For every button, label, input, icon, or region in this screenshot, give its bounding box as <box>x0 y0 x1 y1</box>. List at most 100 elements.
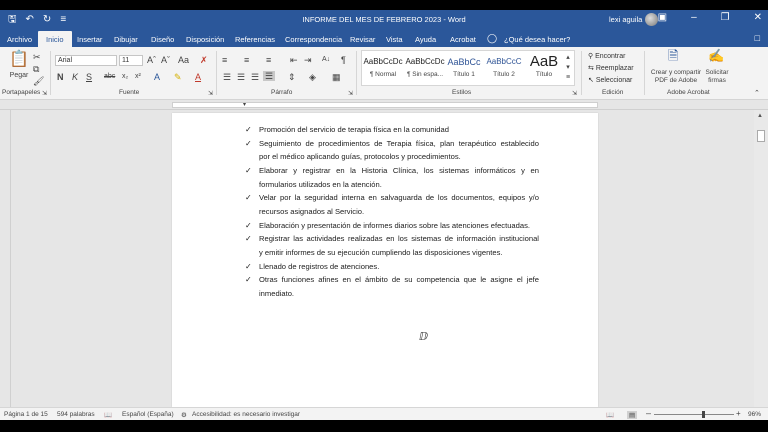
bold-icon[interactable]: N <box>57 72 64 82</box>
scroll-up-icon[interactable]: ▲ <box>757 113 763 119</box>
minimize-icon[interactable]: – <box>691 12 697 23</box>
decrease-indent-icon[interactable]: ⇤ <box>290 55 298 65</box>
select-button[interactable]: ↖ Seleccionar <box>588 76 632 84</box>
font-color-icon[interactable]: A <box>195 72 201 82</box>
tab-insertar[interactable]: Insertar <box>77 35 102 44</box>
strikethrough-icon[interactable]: abc <box>104 72 115 82</box>
style-name: ¶ Sin espa... <box>406 71 443 78</box>
zoom-slider-thumb[interactable] <box>702 411 705 418</box>
create-pdf-icon[interactable]: 🗎 <box>668 49 678 62</box>
align-right-icon[interactable]: ☰ <box>251 72 259 82</box>
request-signatures-button[interactable]: Solicitar firmas <box>700 69 734 85</box>
styles-scroll-icon[interactable]: ▴ ▾ ≡ <box>566 53 570 83</box>
tab-disposicion[interactable]: Disposición <box>186 35 224 44</box>
proofing-icon[interactable]: 📖 <box>104 411 112 419</box>
find-button[interactable]: ⚲ Encontrar <box>588 52 625 60</box>
clear-formatting-icon[interactable]: ✗ <box>200 55 208 65</box>
accessibility-icon[interactable]: ⚙ <box>181 411 187 419</box>
language[interactable]: Español (España) <box>122 411 174 418</box>
font-name-box[interactable]: Arial <box>55 55 117 66</box>
grow-font-icon[interactable]: Aˆ <box>147 55 156 65</box>
copy-icon[interactable]: ⧉ <box>33 64 39 74</box>
separator <box>644 51 645 95</box>
shading-icon[interactable]: ◈ <box>309 72 316 82</box>
maximize-icon[interactable]: ❐ <box>721 12 730 23</box>
request-signatures-icon[interactable]: ✍ <box>708 49 724 62</box>
multilevel-list-icon[interactable]: ≡ <box>266 55 271 65</box>
tab-vista[interactable]: Vista <box>386 35 403 44</box>
tab-acrobat[interactable]: Acrobat <box>450 35 476 44</box>
styles-launcher-icon[interactable]: ⇲ <box>572 89 577 99</box>
clipboard-launcher-icon[interactable]: ⇲ <box>42 89 47 99</box>
justify-icon[interactable]: ☰ <box>263 71 276 81</box>
highlight-icon[interactable]: ✎ <box>174 72 182 82</box>
close-icon[interactable]: ✕ <box>754 12 762 23</box>
word-count[interactable]: 594 palabras <box>57 411 95 418</box>
zoom-in-icon[interactable]: + <box>736 409 741 418</box>
numbering-icon[interactable]: ≡ <box>244 55 249 65</box>
shrink-font-icon[interactable]: Aˇ <box>161 55 170 65</box>
style-name: Título 1 <box>453 71 475 78</box>
font-launcher-icon[interactable]: ⇲ <box>208 89 213 99</box>
increase-indent-icon[interactable]: ⇥ <box>304 55 312 65</box>
align-center-icon[interactable]: ☰ <box>237 72 245 82</box>
ribbon-display-icon[interactable]: ▣ <box>658 12 667 23</box>
create-pdf-label-2: PDF de Adobe <box>654 77 698 84</box>
tab-revisar[interactable]: Revisar <box>350 35 375 44</box>
user-name[interactable]: lexi aguila <box>609 15 642 24</box>
paste-icon[interactable]: 📋 <box>8 51 30 69</box>
replace-label: Reemplazar <box>595 65 634 72</box>
style-normal[interactable]: AaBbCcDc ¶ Normal <box>362 53 404 83</box>
bullets-icon[interactable]: ≡ <box>222 55 227 65</box>
list-item-text: Seguimiento de procedimientos de Terapia… <box>259 139 539 148</box>
page-count[interactable]: Página 1 de 15 <box>4 411 48 418</box>
group-label-adobe: Adobe Acrobat <box>667 89 710 96</box>
accessibility-status[interactable]: Accesibilidad: es necesario investigar <box>192 411 300 418</box>
lightbulb-icon[interactable]: ◯ <box>487 33 497 44</box>
style-title[interactable]: AaB Título <box>523 53 565 83</box>
style-heading-2[interactable]: AaBbCcC Título 2 <box>483 53 525 83</box>
zoom-slider[interactable] <box>654 414 734 415</box>
tab-dibujar[interactable]: Dibujar <box>114 35 138 44</box>
paragraph-launcher-icon[interactable]: ⇲ <box>348 89 353 99</box>
tab-correspondencia[interactable]: Correspondencia <box>285 35 342 44</box>
comments-icon[interactable]: □ <box>755 33 760 43</box>
zoom-level[interactable]: 96% <box>748 411 761 418</box>
avatar[interactable] <box>645 13 658 26</box>
tab-referencias[interactable]: Referencias <box>235 35 275 44</box>
text-effects-icon[interactable]: A <box>154 72 160 82</box>
horizontal-ruler[interactable]: ▾ <box>0 100 768 110</box>
vertical-scrollbar[interactable]: ▲ <box>754 110 768 407</box>
tab-archivo[interactable]: Archivo <box>7 35 32 44</box>
select-label: Seleccionar <box>595 77 633 84</box>
print-layout-icon[interactable]: ▤ <box>627 411 638 419</box>
subscript-icon[interactable]: x₂ <box>122 72 128 82</box>
replace-button[interactable]: ⇆ Reemplazar <box>588 64 634 72</box>
tab-inicio[interactable]: Inicio <box>38 31 72 47</box>
borders-icon[interactable]: ▦ <box>332 72 341 82</box>
change-case-icon[interactable]: Aa <box>178 55 189 65</box>
format-painter-icon[interactable]: 🖌 <box>33 76 44 86</box>
italic-icon[interactable]: K <box>72 72 78 82</box>
tab-ayuda[interactable]: Ayuda <box>415 35 436 44</box>
collapse-ribbon-icon[interactable]: ⌃ <box>754 89 760 99</box>
read-mode-icon[interactable]: 📖 <box>606 411 614 419</box>
style-no-spacing[interactable]: AaBbCcDc ¶ Sin espa... <box>404 53 446 83</box>
style-heading-1[interactable]: AaBbCc Título 1 <box>443 53 485 83</box>
create-pdf-button[interactable]: Crear y compartir PDF de Adobe <box>648 69 704 85</box>
tell-me-search[interactable]: ¿Qué desea hacer? <box>504 35 570 44</box>
sort-icon[interactable]: A↓ <box>322 55 330 65</box>
indent-marker-icon[interactable]: ▾ <box>243 100 246 110</box>
underline-icon[interactable]: S <box>86 72 92 82</box>
font-size-box[interactable]: 11 <box>119 55 143 66</box>
line-spacing-icon[interactable]: ⇕ <box>288 72 296 82</box>
scrollbar-thumb[interactable] <box>757 130 765 142</box>
superscript-icon[interactable]: x² <box>135 72 141 82</box>
zoom-out-icon[interactable]: – <box>646 408 651 418</box>
align-left-icon[interactable]: ☰ <box>223 72 231 82</box>
vertical-ruler[interactable] <box>0 110 11 407</box>
pilcrow-icon[interactable]: ¶ <box>341 55 346 65</box>
paste-button[interactable]: Pegar <box>8 71 30 81</box>
cut-icon[interactable]: ✂ <box>33 52 41 62</box>
tab-diseno[interactable]: Diseño <box>151 35 174 44</box>
